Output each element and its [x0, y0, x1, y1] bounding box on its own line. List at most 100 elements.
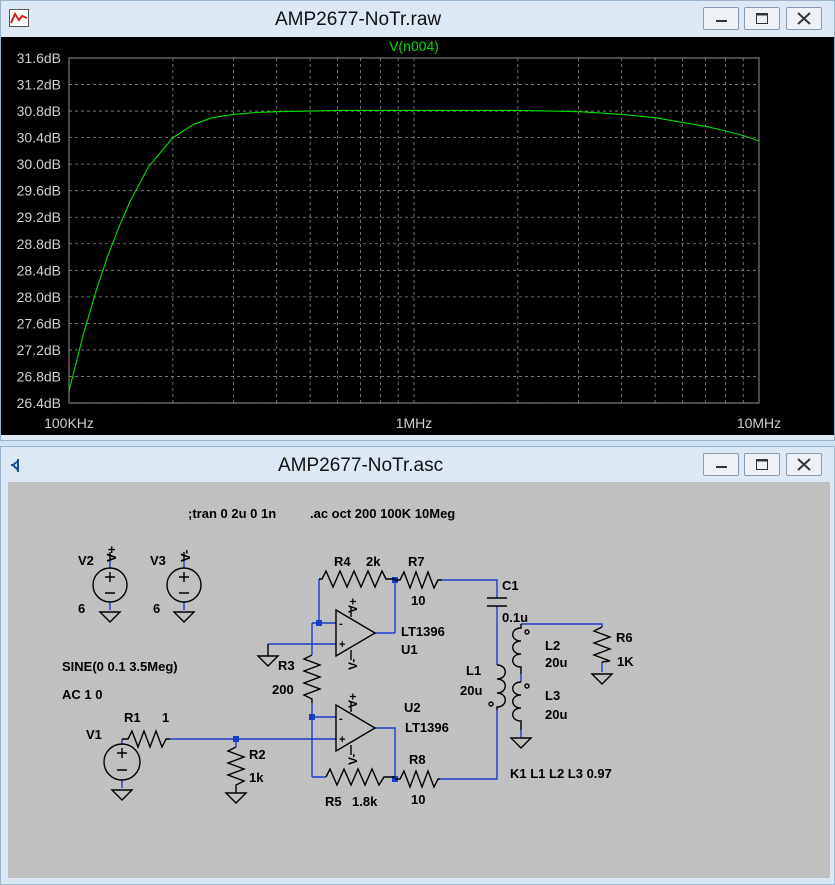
- x-tick-label: 10MHz: [737, 415, 781, 431]
- plot-close-button[interactable]: [786, 7, 822, 30]
- minimize-icon: [716, 466, 727, 468]
- plot-window: AMP2677-NoTr.raw 31.6dB 31.2dB 30.8dB 30.4d…: [0, 0, 835, 441]
- bode-plot[interactable]: 31.6dB 31.2dB 30.8dB 30.4dB 30.0dB 29.6dB 29.2…: [1, 37, 834, 435]
- y-tick-label: 30.4dB: [17, 130, 61, 146]
- y-tick-label: 27.2dB: [17, 342, 61, 358]
- schematic-title-bar[interactable]: AMP2677-NoTr.asc: [1, 447, 834, 483]
- label-u2-vplus: V+: [346, 693, 360, 708]
- label-l2-value: 20u: [545, 655, 567, 670]
- schematic-maximize-button[interactable]: [744, 453, 780, 476]
- resistor-r2[interactable]: [226, 746, 246, 793]
- plot-area[interactable]: 31.6dB 31.2dB 30.8dB 30.4dB 30.0dB 29.6dB 29.2…: [1, 37, 834, 435]
- resistor-r4[interactable]: [319, 569, 395, 589]
- capacitor-c1[interactable]: [487, 597, 507, 607]
- opamp-u1[interactable]: [335, 607, 377, 660]
- resistor-r8[interactable]: [395, 769, 440, 789]
- label-r3: R3: [278, 658, 295, 673]
- label-sine: SINE(0 0.1 3.5Meg): [62, 659, 178, 674]
- resistor-r5[interactable]: [325, 767, 395, 787]
- restore-icon: [756, 13, 768, 24]
- resistor-r3[interactable]: [302, 654, 322, 703]
- plot-title-bar[interactable]: AMP2677-NoTr.raw: [1, 1, 834, 37]
- plot-window-title: AMP2677-NoTr.raw: [275, 9, 442, 30]
- plot-maximize-button[interactable]: [744, 7, 780, 30]
- minimize-icon: [716, 20, 727, 22]
- ground-l3: [509, 737, 533, 749]
- schematic-close-button[interactable]: [786, 453, 822, 476]
- y-axis-labels: 31.6dB 31.2dB 30.8dB 30.4dB 30.0dB 29.6dB 29.2…: [17, 50, 61, 411]
- x-tick-label: 100KHz: [44, 415, 94, 431]
- close-icon: [797, 12, 811, 25]
- resistor-r1[interactable]: [122, 729, 170, 749]
- label-u2: U2: [404, 700, 421, 715]
- ac-directive[interactable]: .ac oct 200 100K 10Meg: [310, 506, 455, 521]
- waveform-app-icon: [9, 9, 29, 27]
- label-c1: C1: [502, 578, 519, 593]
- plot-minimize-button[interactable]: [703, 7, 739, 30]
- label-u1-vminus: V-: [346, 659, 360, 670]
- label-r2: R2: [249, 747, 266, 762]
- schematic-minimize-button[interactable]: [703, 453, 739, 476]
- schematic-app-icon: [11, 459, 19, 472]
- schematic-drawing[interactable]: ;tran 0 2u 0 1n .ac oct 200 100K 10Meg V…: [8, 482, 830, 878]
- label-l1-value: 20u: [460, 683, 482, 698]
- resistor-r6[interactable]: [592, 626, 612, 663]
- plot-frame: [68, 57, 760, 404]
- label-r1: R1: [124, 710, 141, 725]
- plot-grid: [68, 57, 760, 404]
- label-r8: R8: [409, 752, 426, 767]
- y-tick-label: 26.8dB: [17, 368, 61, 384]
- y-tick-label: 26.4dB: [17, 395, 61, 411]
- resistor-r7[interactable]: [395, 570, 442, 590]
- label-u1-plus: +: [339, 639, 345, 651]
- ground-u1: [256, 644, 280, 667]
- y-tick-label: 29.6dB: [17, 183, 61, 199]
- label-r3-value: 200: [272, 682, 294, 697]
- label-r7: R7: [408, 554, 425, 569]
- label-r5-value: 1.8k: [352, 794, 378, 809]
- voltage-source-v1[interactable]: [103, 743, 141, 801]
- label-u2-part: LT1396: [405, 720, 449, 735]
- label-v2: V2: [78, 553, 94, 568]
- label-r4-value: 2k: [366, 554, 381, 569]
- label-u1: U1: [401, 642, 418, 657]
- label-ac: AC 1 0: [62, 687, 102, 702]
- label-r5: R5: [325, 794, 342, 809]
- tran-directive[interactable]: ;tran 0 2u 0 1n: [188, 506, 276, 521]
- y-tick-label: 28.4dB: [17, 262, 61, 278]
- label-u2-minus: -: [339, 713, 343, 725]
- label-v2-value: 6: [78, 601, 85, 616]
- label-r4: R4: [334, 554, 351, 569]
- inductor-l3[interactable]: [512, 681, 530, 730]
- label-v3-value: 6: [153, 601, 160, 616]
- label-u1-vplus: V+: [346, 598, 360, 613]
- label-u2-plus: +: [339, 734, 345, 746]
- opamp-u2[interactable]: [335, 702, 377, 755]
- close-icon: [797, 458, 811, 471]
- label-v2-net: V+: [104, 545, 119, 562]
- label-r7-value: 10: [411, 593, 425, 608]
- label-l3: L3: [545, 688, 560, 703]
- ground-r6: [590, 673, 614, 685]
- y-tick-label: 31.2dB: [17, 77, 61, 93]
- inductor-l1[interactable]: [488, 664, 506, 710]
- y-tick-label: 31.6dB: [17, 50, 61, 66]
- label-l3-value: 20u: [545, 707, 567, 722]
- trace-legend[interactable]: V(n004): [389, 38, 439, 54]
- label-k1: K1 L1 L2 L3 0.97: [510, 766, 612, 781]
- y-tick-label: 28.0dB: [17, 289, 61, 305]
- schematic-canvas[interactable]: ;tran 0 2u 0 1n .ac oct 200 100K 10Meg V…: [8, 482, 830, 878]
- y-tick-label: 27.6dB: [17, 315, 61, 331]
- y-tick-label: 30.8dB: [17, 103, 61, 119]
- inductor-l2[interactable]: [512, 624, 530, 674]
- label-v3: V3: [150, 553, 166, 568]
- restore-icon: [756, 459, 768, 470]
- label-r6-value: 1K: [617, 654, 634, 669]
- label-v1: V1: [86, 727, 102, 742]
- label-u2-vminus: V-: [346, 754, 360, 765]
- label-r8-value: 10: [411, 792, 425, 807]
- label-c1-value: 0.1u: [502, 610, 528, 625]
- ground-r2: [224, 792, 248, 804]
- label-v3-net: V-: [178, 550, 193, 562]
- label-r6: R6: [616, 630, 633, 645]
